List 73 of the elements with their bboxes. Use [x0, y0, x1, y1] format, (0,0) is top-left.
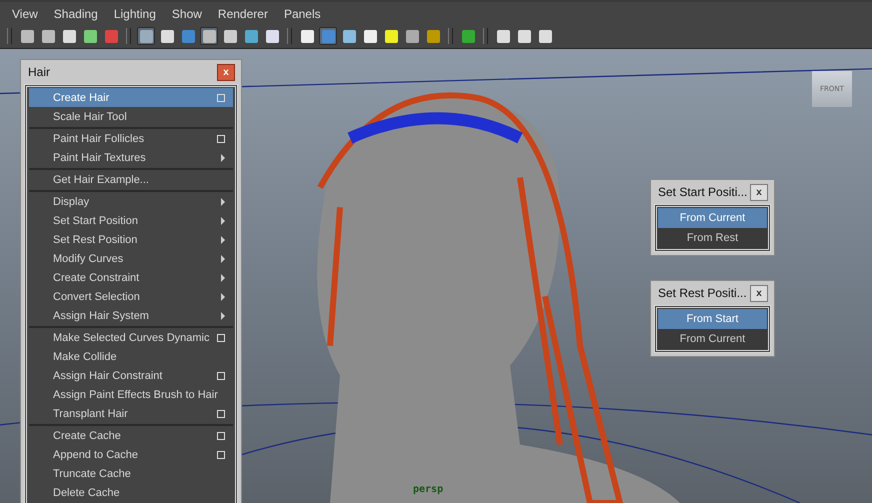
menu-item[interactable]: From Current — [658, 208, 767, 228]
window-title: Hair — [28, 65, 50, 79]
menu-item[interactable]: Create Constraint — [29, 268, 233, 287]
menu-item-label: Create Cache — [53, 430, 121, 442]
menu-item-label: Assign Hair System — [53, 310, 149, 322]
menu-item[interactable]: Assign Hair System — [29, 306, 233, 325]
menu-item-label: Make Collide — [53, 350, 117, 362]
menu-item[interactable]: Delete Cache — [29, 483, 233, 502]
menu-item[interactable]: From Start — [658, 309, 767, 329]
window-title: Set Rest Positi... — [658, 286, 747, 300]
option-box-icon[interactable] — [217, 450, 225, 458]
menu-item-label: Convert Selection — [53, 290, 140, 302]
menu-item[interactable]: Panels — [276, 7, 329, 21]
option-box-icon[interactable] — [217, 432, 225, 440]
menu-item-label: Get Hair Example... — [53, 174, 149, 186]
close-button[interactable]: x — [750, 284, 768, 302]
menu-item[interactable]: Scale Hair Tool — [29, 107, 233, 126]
menu-item[interactable]: Set Rest Position — [29, 230, 233, 249]
menu-item[interactable]: Modify Curves — [29, 249, 233, 268]
menu-item-label: Append to Cache — [53, 448, 138, 460]
menu-item-label: Set Rest Position — [53, 234, 138, 246]
menu-item[interactable]: Assign Hair Constraint — [29, 366, 233, 385]
menu-item[interactable]: Make Selected Curves Dynamic — [29, 326, 233, 347]
camera-label: persp — [413, 484, 444, 495]
submenu-arrow-icon — [221, 254, 225, 262]
menu-item-label: Set Start Position — [53, 214, 138, 226]
submenu-arrow-icon — [221, 312, 225, 320]
close-button[interactable]: x — [750, 184, 768, 200]
option-box-icon[interactable] — [217, 372, 225, 380]
menu-item[interactable]: Create Hair — [29, 88, 233, 107]
menu-item-label: Truncate Cache — [53, 468, 131, 480]
menu-item[interactable]: Shading — [46, 7, 106, 21]
menu-item[interactable]: Show — [164, 7, 210, 21]
menu-item[interactable]: Display — [29, 190, 233, 211]
menu-item[interactable]: Lighting — [106, 7, 164, 21]
menu-item-label: Paint Hair Follicles — [53, 132, 144, 144]
menu-item[interactable]: Transplant Hair — [29, 404, 233, 423]
menu-item[interactable]: Create Cache — [29, 424, 233, 445]
menu-item-label: Create Hair — [53, 92, 110, 104]
menu-item-label: Delete Cache — [53, 486, 120, 498]
submenu-arrow-icon — [221, 198, 225, 206]
menu-item[interactable]: Paint Hair Follicles — [29, 127, 233, 148]
menu-item[interactable]: Truncate Cache — [29, 464, 233, 483]
menu-item[interactable]: Get Hair Example... — [29, 168, 233, 189]
menu-item-label: Assign Paint Effects Brush to Hair — [53, 388, 218, 400]
menu-item[interactable]: Convert Selection — [29, 287, 233, 306]
menu-item[interactable]: View — [4, 7, 46, 21]
menu-item[interactable]: Renderer — [210, 7, 276, 21]
menu-item[interactable]: From Current — [658, 329, 767, 349]
menu-item[interactable]: From Rest — [658, 228, 767, 248]
menu-item-label: Display — [53, 196, 90, 208]
menu-item[interactable]: Paint Hair Textures — [29, 148, 233, 167]
submenu-arrow-icon — [221, 292, 225, 300]
window-title: Set Start Positi... — [658, 185, 748, 199]
menu-item-label: Assign Hair Constraint — [53, 370, 162, 382]
menu-item[interactable]: Make Collide — [29, 347, 233, 366]
submenu-arrow-icon — [221, 236, 225, 244]
close-button[interactable]: x — [217, 64, 235, 80]
option-box-icon[interactable] — [217, 134, 225, 142]
menu-item-label: Make Selected Curves Dynamic — [53, 332, 210, 344]
menu-item[interactable]: Set Start Position — [29, 211, 233, 230]
menu-item[interactable]: Assign Paint Effects Brush to Hair — [29, 385, 233, 404]
submenu-arrow-icon — [221, 154, 225, 162]
menu-item-label: Modify Curves — [53, 252, 124, 264]
option-box-icon[interactable] — [217, 334, 225, 342]
menu-item-label: Scale Hair Tool — [53, 110, 127, 122]
submenu-arrow-icon — [221, 216, 225, 224]
option-box-icon[interactable] — [217, 410, 225, 418]
menu-item-label: Paint Hair Textures — [53, 152, 146, 164]
submenu-arrow-icon — [221, 274, 225, 282]
menu-item[interactable]: Append to Cache — [29, 445, 233, 464]
menu-item-label: Transplant Hair — [53, 408, 128, 420]
menu-item-label: Create Constraint — [53, 272, 140, 284]
